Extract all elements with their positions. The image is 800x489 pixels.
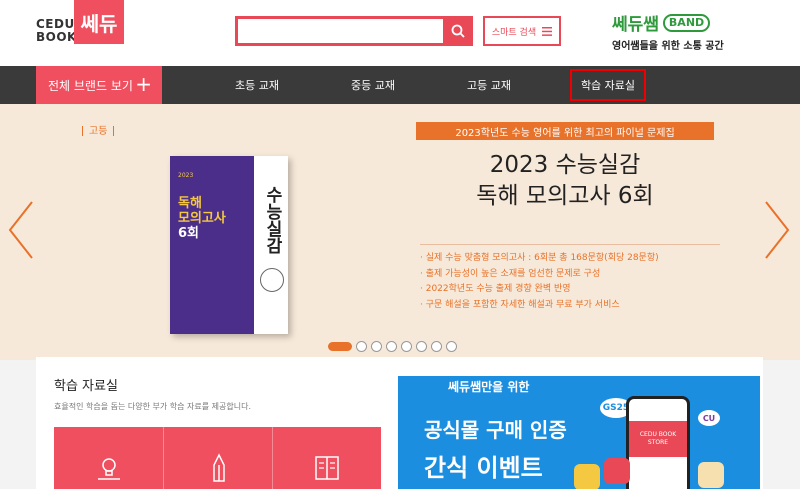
- store-label: CEDU BOOK STORE: [629, 421, 687, 457]
- nav-item-learning-materials[interactable]: 학습 자료실: [570, 69, 646, 101]
- hero-feature-list: 실제 수능 맞춤형 모의고사 : 6회분 총 168문항(회당 28문항) 출제…: [420, 244, 720, 313]
- hero-feature: 구문 해설을 포함한 자세한 해설과 무료 부가 서비스: [420, 298, 720, 314]
- hero-category-label: 고등: [89, 126, 108, 137]
- pencil-icon[interactable]: [204, 453, 234, 483]
- learning-tiles: [54, 427, 381, 489]
- hero-feature: 실제 수능 맞춤형 모의고사 : 6회분 총 168문항(회당 28문항): [420, 251, 720, 267]
- book-badge: [260, 268, 284, 292]
- sedu-logo-text: 쎄듀: [80, 11, 118, 36]
- all-brands-button[interactable]: 전체 브랜드 보기 +: [36, 66, 162, 104]
- search-button[interactable]: [443, 16, 473, 46]
- search-input[interactable]: [235, 16, 473, 46]
- nav-item-elementary[interactable]: 초등 교재: [222, 66, 292, 104]
- slide-dot[interactable]: [401, 341, 412, 352]
- phone-illustration: CEDU BOOK STORE: [626, 396, 690, 489]
- cedu-book-logo[interactable]: CEDU BOOK: [36, 18, 77, 44]
- book-front-title-3: 6회: [178, 226, 200, 241]
- book-spine-title: 수능실감: [262, 186, 282, 254]
- lightbulb-icon[interactable]: [94, 453, 124, 483]
- menu-icon: [542, 26, 553, 36]
- site-header: CEDU BOOK 쎄듀 스마트 검색 쎄듀쌤 BAND 영어쌤들을 위한 소통…: [0, 0, 800, 66]
- slide-dot[interactable]: [328, 342, 352, 351]
- learning-title: 학습 자료실: [54, 379, 118, 394]
- hero-title-line1: 2023 수능실감: [489, 152, 641, 178]
- hero-feature: 2022학년도 수능 출제 경향 완벽 반영: [420, 282, 720, 298]
- cu-logo: CU: [698, 410, 720, 426]
- nav-item-high[interactable]: 고등 교재: [454, 66, 524, 104]
- snack-icon: [604, 458, 630, 484]
- hero-title[interactable]: 2023 수능실감 독해 모의고사 6회: [416, 150, 714, 212]
- slide-dot[interactable]: [446, 341, 457, 352]
- sedu-logo[interactable]: 쎄듀: [74, 0, 124, 44]
- hero-category: 고등: [76, 122, 120, 137]
- slide-dot[interactable]: [386, 341, 397, 352]
- book-year: 2023: [178, 172, 194, 179]
- slide-dot[interactable]: [416, 341, 427, 352]
- book-cover[interactable]: 2023 독해 모의고사 6회 수능실감: [170, 156, 288, 334]
- book-front: 2023 독해 모의고사 6회: [170, 156, 254, 334]
- smart-search-button[interactable]: 스마트 검색: [483, 16, 561, 46]
- snack-icon: [574, 464, 600, 489]
- event-ad-banner[interactable]: 쎄듀쌤만을 위한 공식몰 구매 인증 간식 이벤트 GS25 CEDU BOOK…: [398, 376, 760, 489]
- slide-pagination: [328, 341, 457, 352]
- smart-search-label: 스마트 검색: [491, 27, 537, 38]
- hero-banner: 고등 2023 독해 모의고사 6회 수능실감 2023학년도 수능 영어를 위…: [0, 104, 800, 360]
- logo-book-text: BOOK: [36, 30, 77, 44]
- book-icon[interactable]: [312, 453, 342, 483]
- learning-description: 효율적인 학습을 돕는 다양한 부가 학습 자료를 제공합니다.: [54, 402, 251, 411]
- book-front-title-2: 모의고사: [178, 211, 226, 226]
- slide-dot[interactable]: [371, 341, 382, 352]
- main-nav: 전체 브랜드 보기 + 초등 교재 중등 교재 고등 교재 학습 자료실: [0, 66, 800, 104]
- slide-dot[interactable]: [431, 341, 442, 352]
- chevron-left-icon[interactable]: [6, 200, 36, 260]
- book-front-title-1: 독해: [178, 196, 202, 211]
- band-subtitle: 영어쌤들을 위한 소통 공간: [612, 41, 724, 52]
- band-badge: BAND: [662, 13, 711, 32]
- ad-top-text: 쎄듀쌤만을 위한: [448, 380, 530, 394]
- search-icon: [451, 24, 465, 38]
- nav-item-middle[interactable]: 중등 교재: [338, 66, 408, 104]
- hero-feature: 출제 가능성이 높은 소재를 엄선한 문제로 구성: [420, 267, 720, 283]
- slide-dot[interactable]: [356, 341, 367, 352]
- hero-title-line2: 독해 모의고사 6회: [476, 183, 654, 209]
- all-brands-label: 전체 브랜드 보기: [48, 78, 133, 93]
- book-spine: 수능실감: [254, 156, 288, 334]
- ad-headline-1: 공식몰 구매 인증: [424, 418, 567, 442]
- plus-icon: +: [135, 72, 152, 96]
- snack-icon: [698, 462, 724, 488]
- chevron-right-icon[interactable]: [762, 200, 792, 260]
- page: CEDU BOOK 쎄듀 스마트 검색 쎄듀쌤 BAND 영어쌤들을 위한 소통…: [0, 0, 800, 489]
- ad-headline-2: 간식 이벤트: [424, 454, 543, 482]
- hero-tag: 2023학년도 수능 영어를 위한 최고의 파이널 문제집: [416, 122, 714, 140]
- band-title: 쎄듀쌤: [612, 15, 659, 35]
- band-link[interactable]: 쎄듀쌤 BAND 영어쌤들을 위한 소통 공간: [612, 10, 772, 52]
